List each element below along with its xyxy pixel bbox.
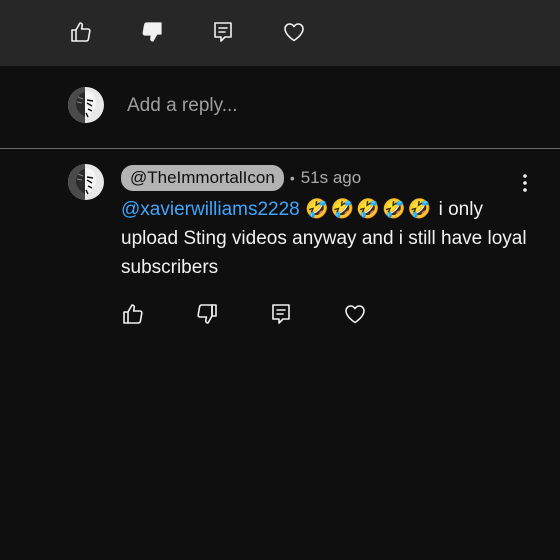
comment-icon (272, 304, 290, 324)
dislike-button[interactable] (194, 301, 220, 327)
heart-icon (284, 23, 304, 42)
emoji-run: 🤣🤣🤣🤣🤣 (305, 199, 434, 220)
heart-button[interactable] (342, 301, 368, 327)
separator-dot: • (289, 170, 295, 186)
comment-timestamp[interactable]: 51s ago (301, 168, 362, 188)
more-options-button[interactable] (514, 171, 536, 195)
reply-composer (0, 66, 560, 149)
avatar[interactable] (68, 164, 104, 200)
dislike-button[interactable] (139, 19, 165, 45)
like-button[interactable] (120, 301, 146, 327)
comment-text: @xavierwilliams2228 🤣🤣🤣🤣🤣 i only upload … (121, 195, 541, 282)
avatar[interactable] (68, 87, 104, 123)
author-handle-badge[interactable]: @TheImmortalIcon (121, 165, 284, 191)
kebab-menu-icon (523, 174, 527, 192)
thumbs-down-icon (142, 22, 162, 42)
parent-action-row (68, 19, 352, 45)
thumbs-down-icon (197, 304, 217, 324)
comment-header: @TheImmortalIcon • 51s ago (121, 165, 361, 191)
reply-action-row (120, 301, 416, 327)
thumbs-up-icon (123, 304, 143, 324)
thumbs-up-icon (71, 22, 91, 42)
commenter-avatar-image (68, 164, 104, 200)
reply-button[interactable] (210, 19, 236, 45)
user-avatar-image (68, 87, 104, 123)
parent-comment-actions (0, 0, 560, 66)
reply-button[interactable] (268, 301, 294, 327)
heart-button[interactable] (281, 19, 307, 45)
reply-comment: @TheImmortalIcon • 51s ago @xavierwillia… (0, 149, 560, 349)
comment-icon (214, 22, 232, 42)
mention-link[interactable]: @xavierwilliams2228 (121, 199, 300, 220)
like-button[interactable] (68, 19, 94, 45)
heart-icon (345, 305, 365, 324)
reply-input[interactable] (127, 93, 527, 119)
